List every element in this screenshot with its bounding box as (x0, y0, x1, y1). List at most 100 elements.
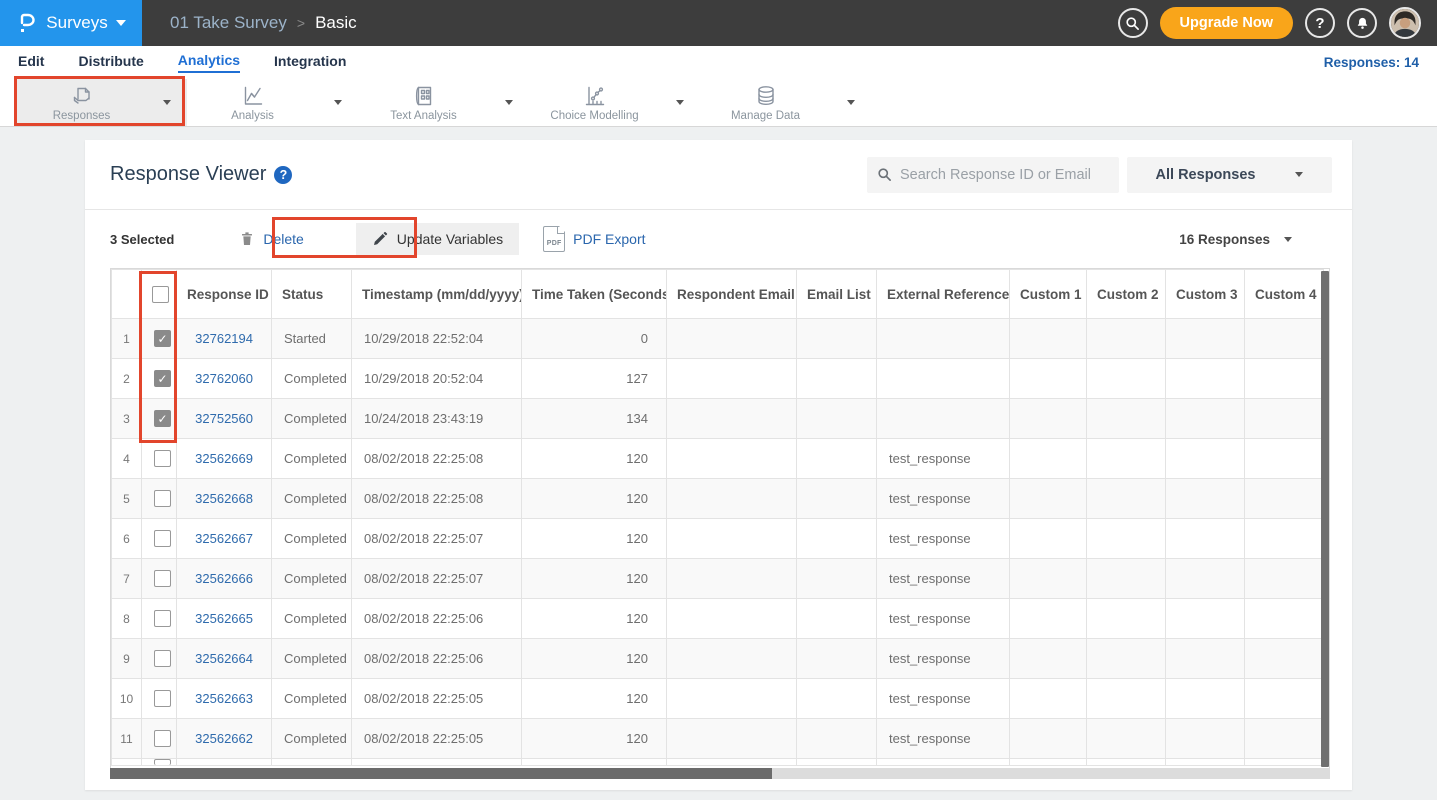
toolbar-button-responses[interactable]: Responses (16, 79, 147, 126)
cell-empty (177, 759, 272, 766)
row-checkbox[interactable] (154, 530, 171, 547)
update-variables-button[interactable]: Update Variables (356, 223, 519, 255)
column-header-label: Time Taken (Seconds) (532, 287, 667, 302)
cell-status: Completed (272, 519, 352, 559)
row-checkbox[interactable]: ✓ (154, 410, 171, 427)
response-id-link[interactable]: 32562669 (177, 439, 272, 479)
cell-email_list (797, 319, 877, 359)
row-checkbox-cell (142, 639, 177, 679)
response-id-link[interactable]: 32762194 (177, 319, 272, 359)
row-number: 5 (112, 479, 142, 519)
search-input[interactable] (900, 167, 1109, 183)
column-header-custom-4: Custom 4 (1245, 270, 1324, 319)
response-id-link[interactable]: 32562664 (177, 639, 272, 679)
delete-button[interactable]: Delete (239, 230, 303, 248)
search-icon[interactable] (1118, 8, 1148, 38)
table-row: 932562664Completed08/02/2018 22:25:06120… (112, 639, 1324, 679)
tab-integration[interactable]: Integration (274, 53, 346, 72)
responses-table-container: Response IDStatusTimestamp (mm/dd/yyyy)T… (110, 268, 1330, 768)
response-filter-dropdown[interactable]: All Responses (1127, 157, 1332, 193)
cell-time_taken: 120 (522, 559, 667, 599)
cell-email_list (797, 439, 877, 479)
toolbar-dropdown-text-analysis[interactable] (489, 79, 529, 126)
responses-table: Response IDStatusTimestamp (mm/dd/yyyy)T… (111, 269, 1324, 766)
upgrade-now-button[interactable]: Upgrade Now (1160, 7, 1293, 39)
tab-analytics[interactable]: Analytics (178, 52, 240, 73)
card-header: Response Viewer ? All Responses (85, 140, 1352, 210)
response-id-link[interactable]: 32562666 (177, 559, 272, 599)
help-icon[interactable]: ? (1305, 8, 1335, 38)
row-checkbox[interactable]: ✓ (154, 330, 171, 347)
cell-respondent_email (667, 679, 797, 719)
cell-time_taken: 134 (522, 399, 667, 439)
response-id-link[interactable]: 32752560 (177, 399, 272, 439)
pdf-export-button[interactable]: PDF PDF Export (543, 226, 645, 252)
cell-custom4 (1245, 399, 1324, 439)
toolbar-button-analysis[interactable]: Analysis (187, 79, 318, 126)
toolbar-button-manage-data[interactable]: Manage Data (700, 79, 831, 126)
tab-distribute[interactable]: Distribute (78, 53, 143, 72)
header-select-all (142, 270, 177, 319)
toolbar-label: Analysis (231, 110, 274, 122)
column-header-response-id[interactable]: Response ID (177, 270, 272, 319)
responses-page-size-dropdown[interactable]: 16 Responses (1179, 232, 1292, 247)
cell-timestamp: 08/02/2018 22:25:06 (352, 639, 522, 679)
toolbar-label: Text Analysis (390, 110, 456, 122)
cell-custom1 (1010, 479, 1087, 519)
cell-time_taken: 0 (522, 319, 667, 359)
pdf-export-label: PDF Export (573, 231, 645, 247)
cell-timestamp: 08/02/2018 22:25:08 (352, 439, 522, 479)
cell-time_taken: 120 (522, 679, 667, 719)
toolbar-dropdown-choice-modelling[interactable] (660, 79, 700, 126)
toolbar-dropdown-manage-data[interactable] (831, 79, 871, 126)
response-id-link[interactable]: 32762060 (177, 359, 272, 399)
column-header-time-taken-seconds-[interactable]: Time Taken (Seconds) (522, 270, 667, 319)
cell-timestamp: 08/02/2018 22:25:07 (352, 559, 522, 599)
cell-email_list (797, 359, 877, 399)
toolbar-dropdown-analysis[interactable] (318, 79, 358, 126)
row-checkbox[interactable] (154, 650, 171, 667)
select-all-checkbox[interactable] (152, 286, 169, 303)
cell-respondent_email (667, 319, 797, 359)
table-row-partial (112, 759, 1324, 766)
cell-custom2 (1087, 359, 1166, 399)
cell-email_list (797, 519, 877, 559)
toolbar-button-choice-modelling[interactable]: Choice Modelling (529, 79, 660, 126)
row-checkbox[interactable] (154, 490, 171, 507)
cell-custom2 (1087, 599, 1166, 639)
row-checkbox[interactable] (154, 690, 171, 707)
response-viewer-help-icon[interactable]: ? (274, 166, 292, 184)
row-checkbox[interactable] (154, 759, 171, 765)
cell-empty (877, 759, 1010, 766)
row-checkbox[interactable]: ✓ (154, 370, 171, 387)
row-checkbox[interactable] (154, 450, 171, 467)
column-header-timestamp-mm-dd-yyyy-[interactable]: Timestamp (mm/dd/yyyy) (352, 270, 522, 319)
toolbar-button-text-analysis[interactable]: Text Analysis (358, 79, 489, 126)
responses-icon (70, 84, 94, 108)
cell-time_taken: 120 (522, 639, 667, 679)
response-search-box[interactable] (867, 157, 1119, 193)
response-id-link[interactable]: 32562663 (177, 679, 272, 719)
response-id-link[interactable]: 32562662 (177, 719, 272, 759)
brand-menu[interactable]: Surveys (0, 0, 142, 46)
breadcrumb-survey-name[interactable]: 01 Take Survey (170, 13, 287, 33)
row-checkbox[interactable] (154, 610, 171, 627)
tab-edit[interactable]: Edit (18, 53, 44, 72)
response-id-link[interactable]: 32562667 (177, 519, 272, 559)
row-checkbox[interactable] (154, 570, 171, 587)
cell-timestamp: 08/02/2018 22:25:08 (352, 479, 522, 519)
vertical-scrollbar[interactable] (1321, 271, 1329, 767)
row-number: 7 (112, 559, 142, 599)
response-id-link[interactable]: 32562668 (177, 479, 272, 519)
toolbar-dropdown-responses[interactable] (147, 79, 187, 126)
horizontal-scrollbar[interactable] (110, 768, 1330, 779)
response-id-link[interactable]: 32562665 (177, 599, 272, 639)
column-header-respondent-email: Respondent Email (667, 270, 797, 319)
row-checkbox[interactable] (154, 730, 171, 747)
horizontal-scrollbar-thumb[interactable] (110, 768, 772, 779)
notifications-bell-icon[interactable] (1347, 8, 1377, 38)
topbar-actions: Upgrade Now ? (1118, 7, 1437, 39)
analysis-icon (241, 84, 265, 108)
user-avatar[interactable] (1389, 7, 1421, 39)
row-checkbox-cell (142, 599, 177, 639)
